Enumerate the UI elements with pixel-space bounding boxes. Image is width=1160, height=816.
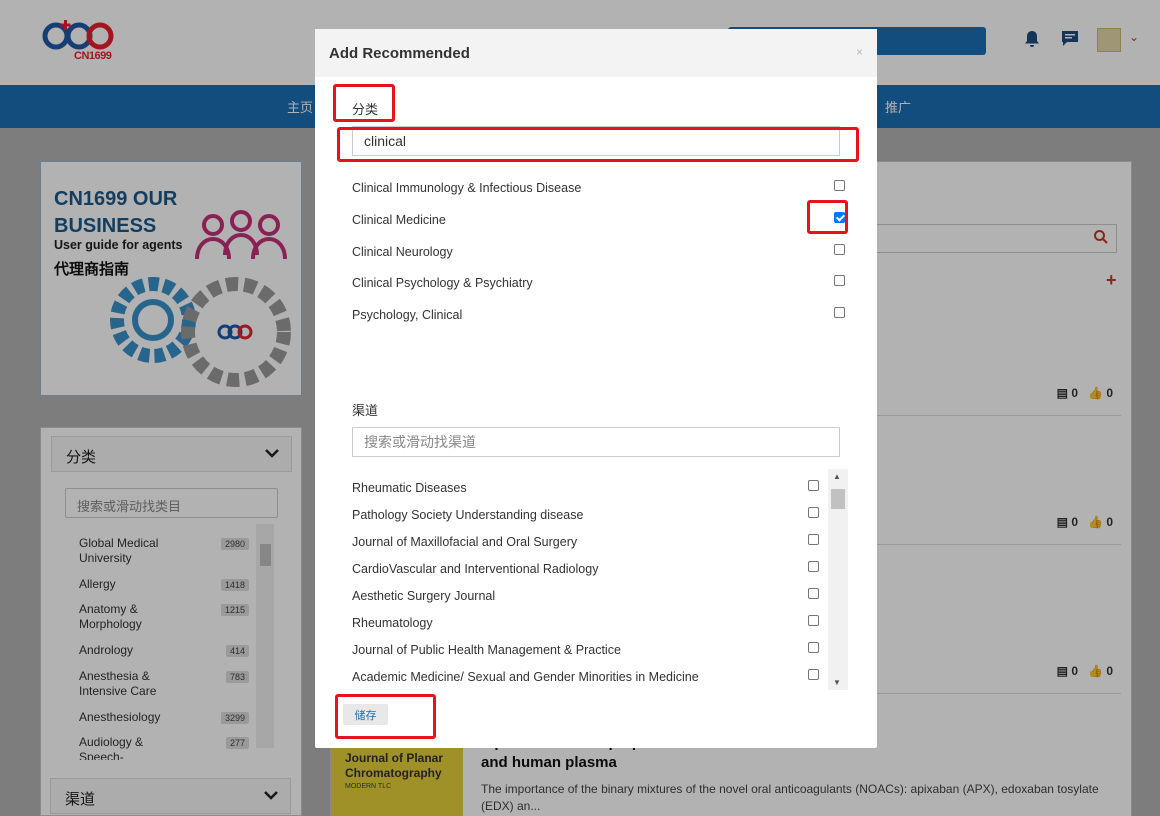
modal-title: Add Recommended	[329, 45, 470, 62]
category-checkbox[interactable]	[834, 180, 845, 191]
highlight-category-label	[333, 84, 395, 122]
category-checkbox[interactable]	[834, 275, 845, 287]
channel-scrollbar[interactable]: ▲ ▼	[828, 469, 848, 690]
channel-checkbox[interactable]	[808, 642, 819, 653]
channel-checkbox[interactable]	[808, 480, 819, 491]
category-checkbox[interactable]	[834, 307, 845, 318]
modal-header: Add Recommended ×	[315, 29, 877, 77]
channel-option[interactable]: Aesthetic Surgery Journal	[352, 584, 819, 611]
highlight-checked-option	[807, 200, 848, 234]
channel-checkbox[interactable]	[808, 669, 819, 680]
channel-option[interactable]: CardioVascular and Interventional Radiol…	[352, 557, 819, 584]
add-recommended-modal: Add Recommended × 分类 Clinical Immunology…	[315, 29, 877, 748]
channel-option[interactable]: Journal of Maxillofacial and Oral Surger…	[352, 530, 819, 557]
channel-option[interactable]: Pathology Society Understanding disease	[352, 503, 819, 530]
channel-checkbox[interactable]	[808, 507, 819, 518]
channel-option[interactable]: Rheumatology	[352, 611, 819, 638]
channel-label: 渠道	[352, 403, 379, 418]
category-option[interactable]: Clinical Medicine	[352, 206, 845, 238]
category-option[interactable]: Clinical Psychology & Psychiatry	[352, 269, 845, 301]
category-options: Clinical Immunology & Infectious Disease…	[352, 174, 845, 333]
scroll-down-icon[interactable]: ▼	[833, 678, 841, 687]
category-checkbox[interactable]	[834, 243, 845, 255]
category-option[interactable]: Clinical Neurology	[352, 238, 845, 270]
channel-search-field[interactable]	[352, 427, 840, 457]
highlight-category-input	[337, 127, 859, 162]
channel-checkbox[interactable]	[808, 534, 819, 545]
channel-option[interactable]: Academic Medicine/ Sexual and Gender Min…	[352, 665, 819, 692]
channel-options: Rheumatic Diseases Pathology Society Und…	[352, 476, 819, 692]
category-option[interactable]: Clinical Immunology & Infectious Disease	[352, 174, 845, 206]
highlight-save-button	[335, 694, 436, 739]
channel-option[interactable]: Rheumatic Diseases	[352, 476, 819, 503]
channel-checkbox[interactable]	[808, 561, 819, 572]
channel-checkbox[interactable]	[808, 588, 819, 599]
scrollbar-thumb[interactable]	[831, 489, 845, 509]
close-icon[interactable]: ×	[856, 45, 863, 59]
category-option[interactable]: Psychology, Clinical	[352, 301, 845, 333]
channel-option[interactable]: Journal of Public Health Management & Pr…	[352, 638, 819, 665]
channel-checkbox[interactable]	[808, 615, 819, 626]
scroll-up-icon[interactable]: ▲	[833, 472, 841, 481]
